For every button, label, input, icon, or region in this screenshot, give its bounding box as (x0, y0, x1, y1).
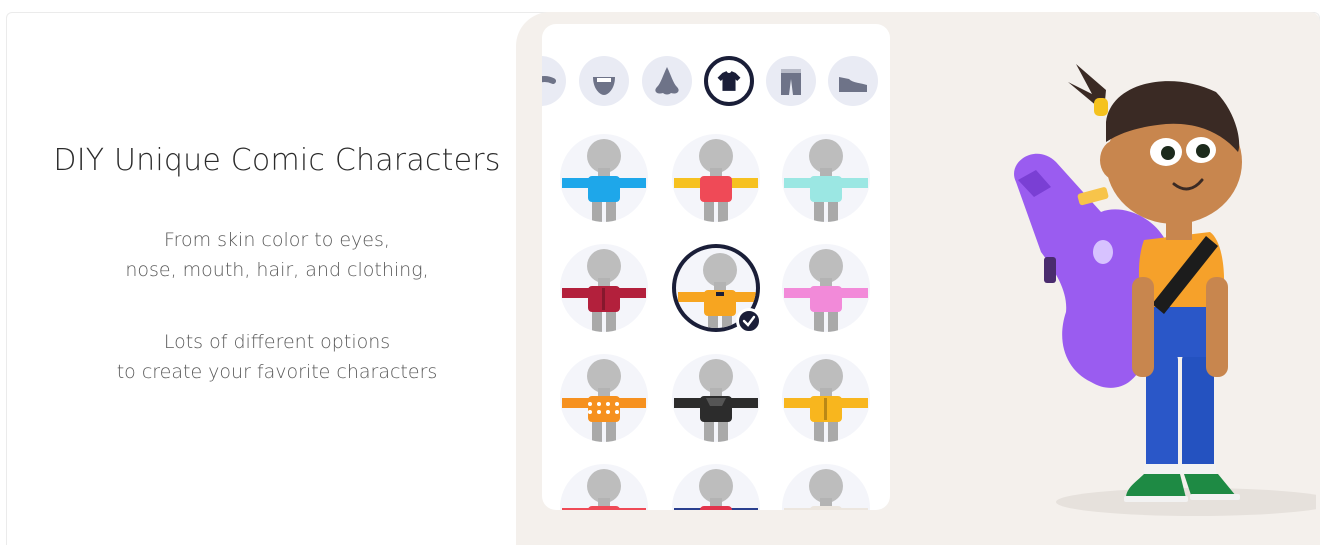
category-tab-mouth[interactable] (579, 56, 629, 106)
shirt-icon (782, 359, 870, 442)
shirt-icon (717, 71, 741, 91)
clothing-option[interactable] (672, 354, 760, 442)
clothing-option[interactable] (782, 464, 870, 510)
clothing-option[interactable] (560, 134, 648, 222)
character-illustration (1014, 64, 1316, 516)
showcase-stage (516, 12, 1320, 545)
intro-panel: DIY Unique Comic Characters From skin co… (7, 13, 527, 545)
editor-screen (542, 24, 890, 510)
category-tab-eyebrow[interactable] (542, 56, 566, 106)
category-bar (542, 56, 890, 106)
clothing-option[interactable] (672, 134, 760, 222)
shirt-icon (782, 249, 870, 332)
intro-line: Lots of different options (163, 331, 391, 353)
pants-icon (781, 69, 801, 95)
mouth-icon (593, 77, 615, 95)
intro-line: to create your favorite characters (116, 361, 438, 383)
clothing-option[interactable] (560, 244, 648, 332)
shirt-icon (560, 139, 648, 222)
category-tab-nose[interactable] (642, 56, 692, 106)
selected-check-icon (736, 308, 762, 334)
clothing-option[interactable] (560, 464, 648, 510)
clothing-option[interactable] (560, 354, 648, 442)
shirt-icon (672, 139, 760, 222)
nose-icon (655, 67, 679, 95)
category-tab-pants[interactable] (766, 56, 816, 106)
shirt-icon (782, 139, 870, 222)
clothing-option[interactable] (782, 354, 870, 442)
shoe-icon (839, 77, 867, 92)
clothing-option[interactable] (782, 134, 870, 222)
shirt-icon (560, 359, 648, 442)
clothing-option[interactable] (672, 464, 760, 510)
intro-line: From skin color to eyes, (164, 229, 390, 251)
shirt-icon (672, 359, 760, 442)
clothing-option[interactable] (782, 244, 870, 332)
category-tab-shoe[interactable] (828, 56, 878, 106)
intro-paragraph-2: Lots of different options to create your… (7, 327, 547, 387)
shirt-icon (560, 249, 648, 332)
intro-line: nose, mouth, hair, and clothing, (125, 259, 429, 281)
eyebrow-icon (542, 76, 556, 84)
category-tab-shirt[interactable] (704, 56, 754, 106)
intro-paragraph-1: From skin color to eyes, nose, mouth, ha… (7, 225, 547, 285)
headline: DIY Unique Comic Characters (53, 143, 501, 178)
